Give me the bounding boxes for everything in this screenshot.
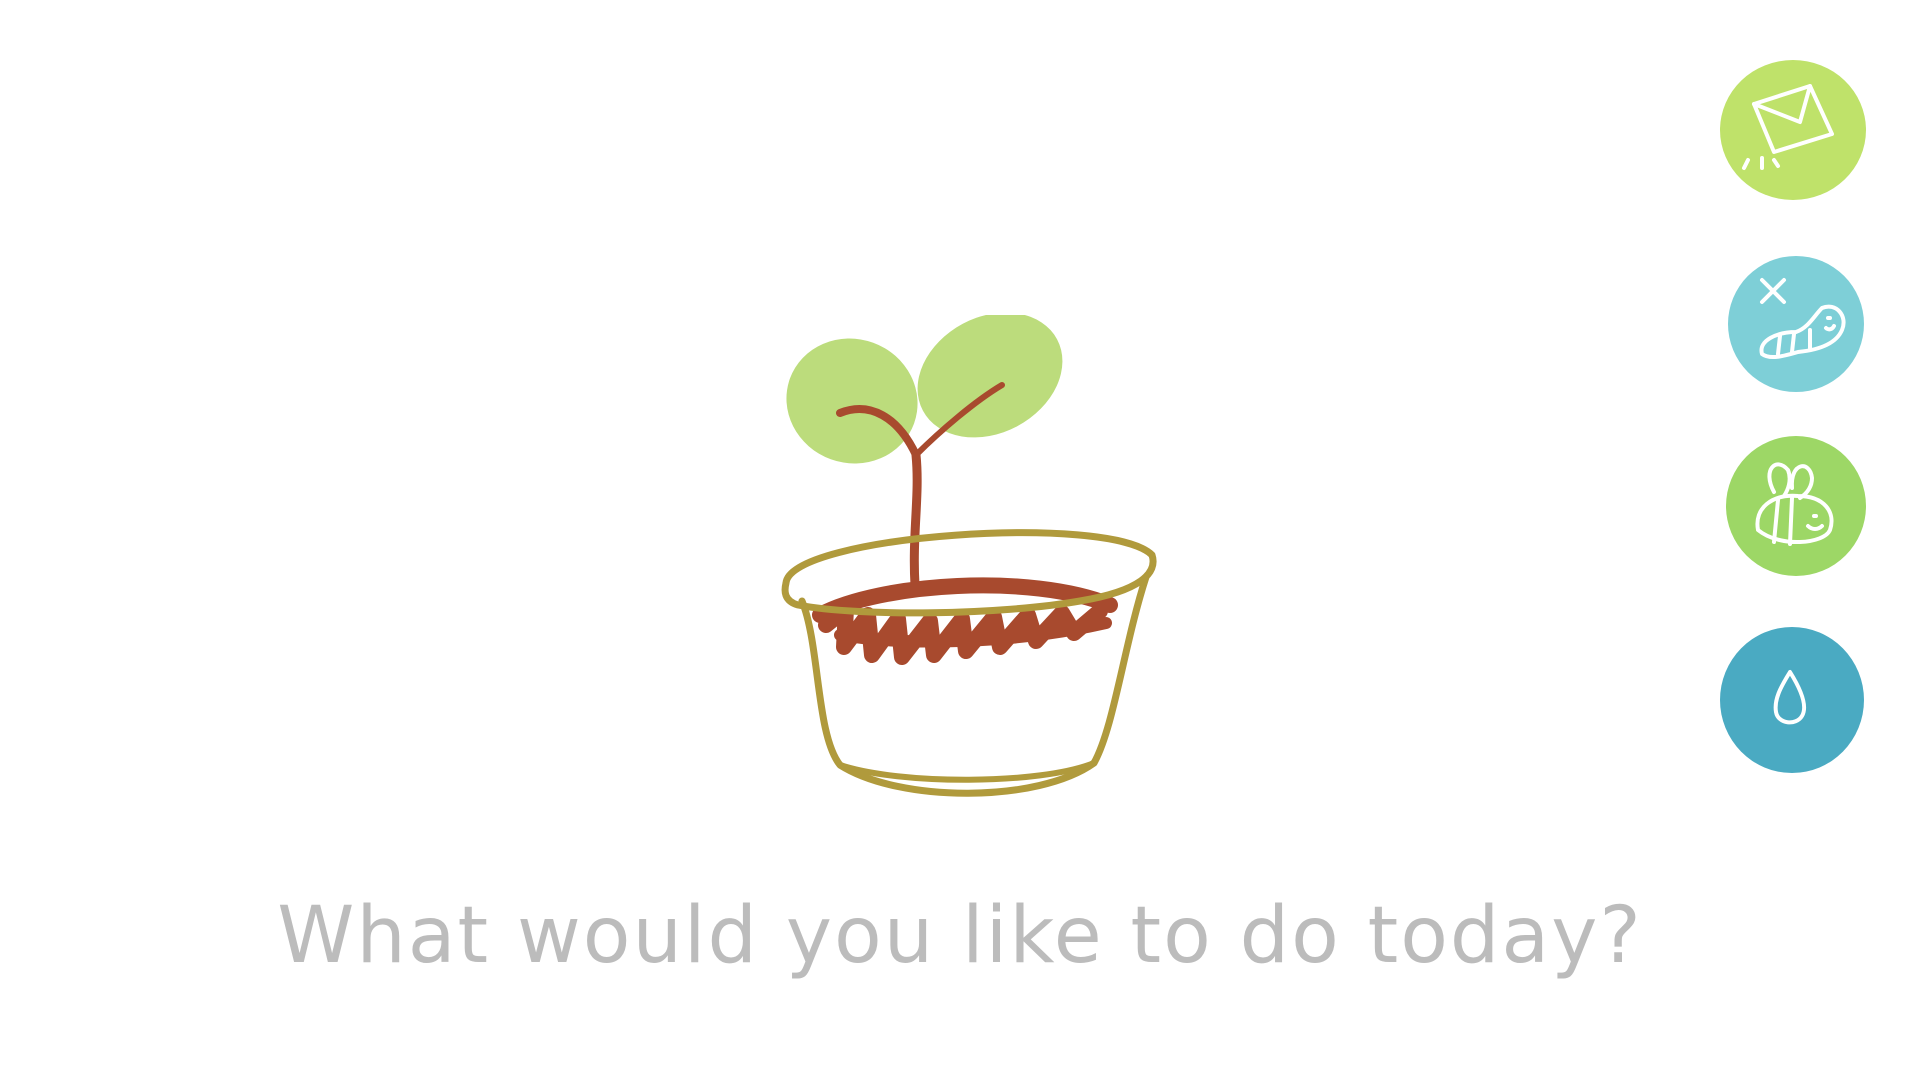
seedling-pot-illustration <box>781 315 1157 797</box>
water-button[interactable] <box>1718 626 1868 774</box>
pest-control-button[interactable] <box>1718 246 1868 394</box>
seedling-leaves <box>786 315 1063 464</box>
daily-prompt: What would you like to do today? <box>277 891 1643 981</box>
pollinate-button[interactable] <box>1718 430 1868 578</box>
action-bar <box>1718 56 1874 786</box>
soil-scribble <box>812 577 1118 665</box>
water-drop-icon <box>1720 627 1864 773</box>
bee-icon <box>1726 436 1866 576</box>
caterpillar-icon <box>1728 256 1864 392</box>
envelope-icon <box>1720 60 1866 200</box>
game-screen: What would you like to do today? <box>0 0 1920 1080</box>
mail-button[interactable] <box>1718 56 1868 204</box>
flower-pot <box>781 529 1157 797</box>
